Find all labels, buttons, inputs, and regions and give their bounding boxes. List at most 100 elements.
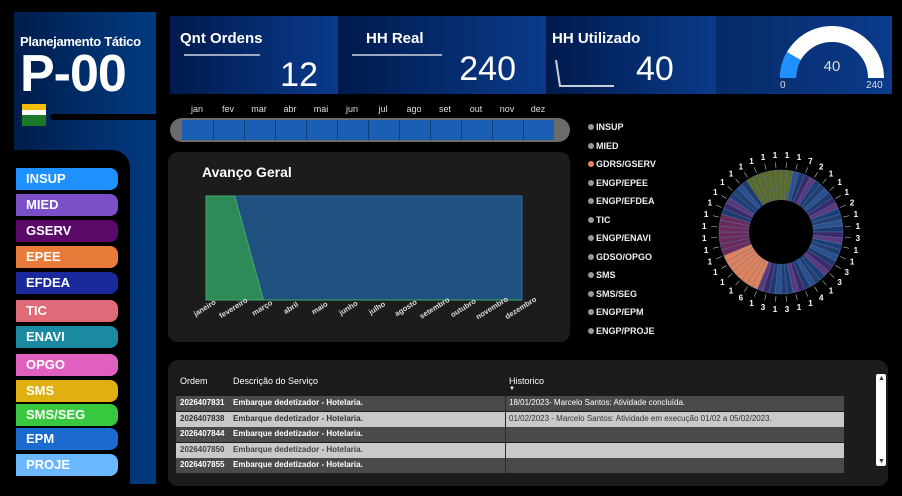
nav-item-gserv[interactable]: GSERV — [16, 220, 118, 242]
x-tick-label: maio — [310, 299, 330, 316]
table-row[interactable]: 2026407838 Embarque dedetizador - Hotelar… — [176, 411, 844, 427]
nav-item-epm[interactable]: EPM — [16, 428, 118, 450]
leader-line — [727, 273, 733, 278]
month-label[interactable]: abr — [275, 104, 305, 114]
month-divider — [337, 120, 338, 140]
column-divider — [505, 458, 506, 473]
nav-item-efdea[interactable]: EFDEA — [16, 272, 118, 294]
month-divider — [275, 120, 276, 140]
donut-data-label: 1 — [844, 188, 849, 197]
table-row[interactable]: 2026407831 Embarque dedetizador - Hotelar… — [176, 396, 844, 411]
legend-item[interactable]: TIC — [588, 215, 611, 225]
legend-item[interactable]: ENGP/EFDEA — [588, 196, 655, 206]
progress-chart-card: Avanço Geral janeiro fevereiro março abril m… — [168, 152, 570, 342]
table-row[interactable]: 2026407844 Embarque dedetizador - Hotelar… — [176, 427, 844, 442]
month-label[interactable]: jun — [337, 104, 367, 114]
nav-item-enavi[interactable]: ENAVI — [16, 326, 118, 348]
table-scrollbar[interactable]: ▲ ▼ — [876, 374, 886, 466]
hh-gauge: 40 0 240 — [716, 16, 892, 94]
month-divider — [492, 120, 493, 140]
donut-data-label: 1 — [808, 299, 813, 308]
legend-label: TIC — [596, 214, 611, 225]
donut-data-label: 1 — [761, 153, 766, 162]
donut-data-label: 1 — [773, 305, 778, 314]
donut-data-label: 1 — [704, 210, 709, 219]
cell-ordem: 2026407850 — [180, 444, 225, 454]
nav-item-proje[interactable]: PROJE — [16, 454, 118, 476]
nav-item-mied[interactable]: MIED — [16, 194, 118, 216]
legend-item[interactable]: ENGP/ENAVI — [588, 233, 651, 243]
legend-item[interactable]: ENGP/EPM — [588, 307, 644, 317]
month-label[interactable]: mar — [244, 104, 274, 114]
cell-ordem: 2026407844 — [180, 429, 225, 438]
x-tick-label: abril — [282, 300, 300, 316]
column-divider — [505, 411, 506, 427]
kpi-hh-real-value: 240 — [459, 50, 516, 88]
month-divider — [368, 120, 369, 140]
legend-item[interactable]: SMS/SEG — [588, 289, 637, 299]
kpi-hh-used-card: HH Utilizado 40 — [546, 16, 716, 94]
legend-dot-icon — [588, 309, 594, 315]
divider — [352, 54, 442, 56]
donut-data-label: 1 — [729, 287, 734, 296]
donut-data-label: 1 — [713, 188, 718, 197]
scroll-down-icon[interactable]: ▼ — [878, 458, 885, 465]
leader-line — [764, 163, 767, 170]
leader-line — [829, 186, 835, 191]
month-label[interactable]: set — [430, 104, 460, 114]
donut-data-label: 3 — [761, 303, 766, 312]
donut-data-label: 1 — [797, 303, 802, 312]
cell-ordem: 2026407855 — [180, 460, 225, 469]
month-slicer[interactable]: jan fev mar abr mai jun jul ago set out nov dez — [170, 104, 570, 144]
leader-line — [840, 204, 846, 208]
legend-item[interactable]: ENGP/EPEE — [588, 178, 648, 188]
legend-item[interactable]: GDSO/OPGO — [588, 252, 652, 262]
nav-item-opgo[interactable]: OPGO — [16, 354, 118, 376]
legend-label: SMS/SEG — [596, 288, 638, 299]
donut-data-label: 1 — [854, 246, 859, 255]
leader-line — [805, 167, 809, 173]
month-label[interactable]: mai — [306, 104, 336, 114]
cell-ordem: 2026407831 — [180, 398, 225, 407]
brazil-flag-icon — [22, 104, 46, 126]
table-row[interactable]: 2026407850 Embarque dedetizador - Hotelar… — [176, 442, 844, 458]
cell-descricao: Embarque dedetizador - Hotelaria. — [233, 429, 363, 438]
nav-item-tic[interactable]: TIC — [16, 300, 118, 322]
legend-item[interactable]: GDRS/GSERV — [588, 159, 656, 169]
column-header-ordem[interactable]: Ordem — [180, 376, 208, 386]
leader-line — [753, 167, 757, 173]
month-label[interactable]: nov — [492, 104, 522, 114]
month-label[interactable]: jan — [182, 104, 212, 114]
leader-line — [721, 195, 727, 199]
month-label[interactable]: dez — [523, 104, 553, 114]
column-header-descricao[interactable]: Descrição do Serviço — [233, 376, 318, 386]
legend-item[interactable]: SMS — [588, 270, 616, 280]
table-row[interactable]: 2026407855 Embarque dedetizador - Hotelar… — [176, 458, 844, 473]
month-divider — [523, 120, 524, 140]
cell-ordem: 2026407838 — [180, 413, 225, 423]
sort-desc-icon[interactable]: ▼ — [509, 386, 515, 392]
month-label[interactable]: jul — [368, 104, 398, 114]
gauge-min: 0 — [780, 80, 786, 91]
nav-item-insup[interactable]: INSUP — [16, 168, 118, 190]
month-label[interactable]: out — [461, 104, 491, 114]
legend-item[interactable]: INSUP — [588, 122, 624, 132]
sector-nav: INSUP MIED GSERV EPEE EFDEA TIC ENAVI OPGO SMS SM… — [14, 150, 130, 484]
column-header-historico[interactable]: Historico — [509, 376, 544, 386]
donut-data-label: 1 — [708, 258, 713, 267]
leader-line — [716, 204, 722, 208]
cell-descricao: Embarque dedetizador - Hotelaria. — [233, 460, 363, 469]
legend-item[interactable]: ENGP/PROJE — [588, 326, 655, 336]
donut-data-label: 1 — [829, 169, 834, 178]
nav-item-sms[interactable]: SMS — [16, 380, 118, 402]
scroll-up-icon[interactable]: ▲ — [878, 375, 885, 382]
cell-historico: 01/02/2023 - Marcelo Santos: Atividade e… — [509, 413, 772, 423]
legend-item[interactable]: MIED — [588, 141, 619, 151]
kpi-orders-title: Qnt Ordens — [180, 30, 263, 47]
nav-item-epee[interactable]: EPEE — [16, 246, 118, 268]
month-label[interactable]: ago — [399, 104, 429, 114]
orders-table: Ordem Descrição do Serviço Historico ▼ 2… — [168, 360, 888, 486]
month-label[interactable]: fev — [213, 104, 243, 114]
donut-data-label: 3 — [844, 268, 849, 277]
nav-item-sms-seg[interactable]: SMS/SEG — [16, 404, 118, 426]
